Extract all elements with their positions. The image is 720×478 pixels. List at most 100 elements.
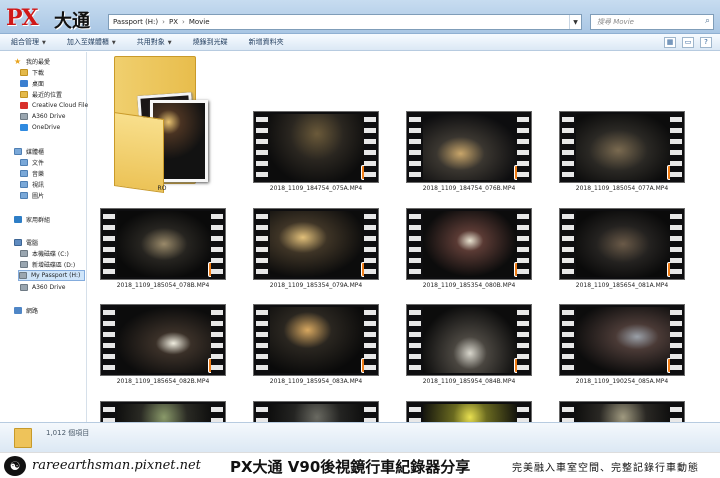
breadcrumb-drive[interactable]: Passport (H:): [113, 18, 158, 26]
sidebar-item-label: 音樂: [32, 171, 45, 178]
play-icon: ▶: [514, 262, 529, 277]
view-controls: ▦ ▭ ?: [664, 36, 720, 48]
address-bar[interactable]: Passport (H:) › PX › Movie ▼: [108, 14, 582, 30]
sidebar-item-label: 新增磁碟區 (D:): [32, 262, 76, 269]
preview-pane-icon[interactable]: ▭: [682, 36, 694, 48]
burn-button[interactable]: 燒錄到光碟: [182, 37, 238, 47]
sidebar-item-a360-drive[interactable]: A360 Drive: [20, 282, 65, 293]
folder-icon: [20, 69, 28, 76]
view-options-icon[interactable]: ▦: [664, 36, 676, 48]
file-name: 2018_1109_185354_079A.MP4: [269, 282, 363, 289]
breadcrumb-separator-icon: ›: [162, 18, 165, 26]
chevron-down-icon: ▼: [111, 40, 116, 46]
share-with-button[interactable]: 共用對象 ▼: [126, 37, 182, 47]
sidebar-item-documents[interactable]: 文件: [20, 157, 44, 168]
file-name: 2018_1109_185654_081A.MP4: [575, 282, 669, 289]
sidebar-item-label: 文件: [32, 160, 45, 167]
add-to-library-label: 加入至媒體櫃: [66, 38, 109, 46]
creative-cloud-icon: [20, 102, 28, 109]
sidebar-item-label: 圖片: [32, 193, 45, 200]
sidebar-item-pictures[interactable]: 圖片: [20, 190, 44, 201]
sidebar-item-favorites[interactable]: ★ 我的最愛: [14, 56, 50, 67]
sidebar-item-videos[interactable]: 視訊: [20, 179, 44, 190]
sidebar-item-label: Creative Cloud File: [32, 102, 89, 109]
chevron-down-icon[interactable]: ▼: [569, 15, 581, 29]
sidebar-item-label: OneDrive: [32, 124, 61, 131]
sidebar-item-music[interactable]: 音樂: [20, 168, 44, 179]
video-file-item[interactable]: ▶ 2018_1109_185954_084B.MP4: [406, 304, 534, 394]
folder-item[interactable]: [106, 54, 218, 194]
sidebar-item-drive-c[interactable]: 本機磁碟 (C:): [20, 248, 69, 259]
video-file-item[interactable]: ▶ 2018_1109_185654_082B.MP4: [100, 304, 228, 394]
video-frame: [576, 307, 670, 373]
navigation-pane: ★ 我的最愛 下載 桌面 最近的位置 Creative Cloud File A3…: [0, 52, 88, 422]
file-name: 2018_1109_184754_076B.MP4: [422, 185, 516, 192]
sidebar-item-label: 媒體櫃: [26, 149, 45, 156]
search-input[interactable]: 搜尋 Movie ⌕: [590, 14, 714, 30]
video-file-item[interactable]: [559, 401, 687, 422]
blog-banner: ☯ rareearthsman.pixnet.net PX大通 V90後視鏡行車…: [0, 452, 720, 478]
video-frame: [270, 114, 364, 180]
sidebar-item-downloads[interactable]: 下載: [20, 67, 44, 78]
sidebar-item-a360[interactable]: A360 Drive: [20, 111, 65, 122]
pictures-icon: [20, 192, 28, 199]
video-frame: [423, 211, 517, 277]
sidebar-item-network[interactable]: 網路: [14, 305, 38, 316]
sidebar-item-computer[interactable]: 電腦: [14, 237, 38, 248]
sidebar-item-label: 視訊: [32, 182, 45, 189]
sidebar-item-recent[interactable]: 最近的位置: [20, 89, 62, 100]
px-logo: PX 大通: [6, 5, 106, 32]
sidebar-item-creative-cloud[interactable]: Creative Cloud File: [20, 100, 88, 111]
video-thumbnail: ▶: [406, 304, 532, 376]
video-thumbnail: ▶: [100, 304, 226, 376]
sidebar-item-homegroup[interactable]: 家用群組: [14, 214, 50, 225]
video-file-item[interactable]: ▶ 2018_1109_185954_083A.MP4: [253, 304, 381, 394]
help-icon[interactable]: ?: [700, 36, 712, 48]
video-thumbnail: [559, 401, 685, 422]
sidebar-item-label: 家用群組: [26, 217, 51, 224]
breadcrumb-movie[interactable]: Movie: [189, 18, 210, 26]
new-folder-button[interactable]: 新增資料夾: [238, 37, 294, 47]
video-frame: [423, 307, 517, 373]
sidebar-item-onedrive[interactable]: OneDrive: [20, 122, 60, 133]
sidebar-item-label: 網路: [26, 308, 39, 315]
video-thumbnail: ▶: [253, 111, 379, 183]
video-frame: [576, 114, 670, 180]
video-file-item[interactable]: ▶ 2018_1109_185354_079A.MP4: [253, 208, 381, 298]
video-file-item[interactable]: [253, 401, 381, 422]
network-icon: [14, 307, 22, 314]
sidebar-item-label: 本機磁碟 (C:): [32, 251, 69, 258]
organize-button[interactable]: 組合管理 ▼: [0, 37, 56, 47]
new-folder-label: 新增資料夾: [248, 38, 284, 46]
video-file-item[interactable]: ▶ 2018_1109_185054_077A.MP4: [559, 111, 687, 201]
video-file-item[interactable]: ▶ 2018_1109_184754_075A.MP4: [253, 111, 381, 201]
video-frame: [423, 114, 517, 180]
command-bar: 組合管理 ▼ 加入至媒體櫃 ▼ 共用對象 ▼ 燒錄到光碟 新增資料夾 ▦ ▭ ?: [0, 34, 720, 51]
video-file-item[interactable]: ▶ 2018_1109_190254_085A.MP4: [559, 304, 687, 394]
video-file-item[interactable]: [406, 401, 534, 422]
file-name: 2018_1109_185054_078B.MP4: [116, 282, 210, 289]
video-file-item[interactable]: [100, 401, 228, 422]
share-with-label: 共用對象: [136, 38, 165, 46]
video-file-item[interactable]: ▶ 2018_1109_184754_076B.MP4: [406, 111, 534, 201]
sidebar-item-my-passport[interactable]: My Passport (H:): [18, 270, 86, 281]
file-name: 2018_1109_185054_077A.MP4: [575, 185, 669, 192]
video-file-item[interactable]: ▶ 2018_1109_185654_081A.MP4: [559, 208, 687, 298]
play-icon: ▶: [208, 358, 223, 373]
folder-label: RO: [157, 185, 167, 192]
logo-px-text: PX: [6, 5, 39, 31]
video-file-item[interactable]: ▶ 2018_1109_185354_080B.MP4: [406, 208, 534, 298]
sidebar-item-label: My Passport (H:): [31, 272, 81, 279]
search-icon[interactable]: ⌕: [705, 16, 710, 26]
item-count: 1,012 個項目: [46, 429, 90, 437]
sidebar-item-libraries[interactable]: 媒體櫃: [14, 146, 44, 157]
sidebar-item-label: 下載: [32, 70, 45, 77]
sidebar-item-desktop[interactable]: 桌面: [20, 78, 44, 89]
folder-front-icon: [114, 112, 164, 194]
file-name: 2018_1109_185954_083A.MP4: [269, 378, 363, 385]
add-to-library-button[interactable]: 加入至媒體櫃 ▼: [56, 37, 126, 47]
breadcrumb-px[interactable]: PX: [169, 18, 178, 26]
video-frame: [423, 404, 517, 422]
video-file-item[interactable]: ▶ 2018_1109_185054_078B.MP4: [100, 208, 228, 298]
sidebar-item-drive-d[interactable]: 新增磁碟區 (D:): [20, 259, 75, 270]
